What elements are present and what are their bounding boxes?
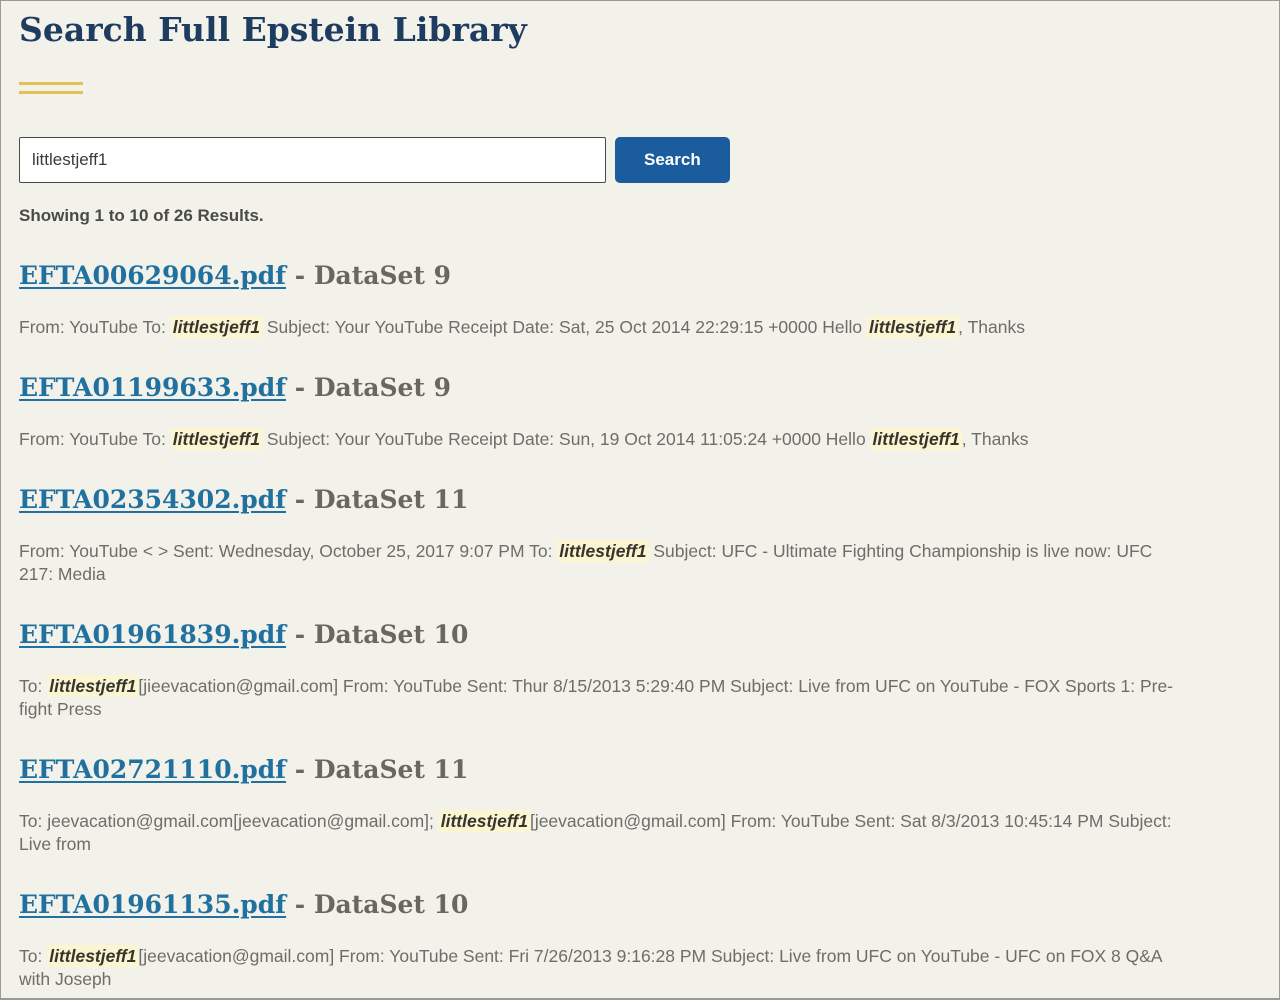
snippet-text: From: YouTube To:	[19, 317, 171, 337]
results-list: EFTA00629064.pdf - DataSet 9 From: YouTu…	[19, 261, 1191, 991]
page-title: Search Full Epstein Library	[19, 9, 1191, 50]
result-file-link[interactable]: EFTA01961135.pdf	[19, 890, 286, 919]
result-file-link[interactable]: EFTA02354302.pdf	[19, 485, 286, 514]
result-title: EFTA00629064.pdf - DataSet 9	[19, 261, 1191, 290]
result-separator: -	[286, 485, 314, 514]
result-item: EFTA01199633.pdf - DataSet 9 From: YouTu…	[19, 373, 1191, 451]
result-dataset-label: DataSet 9	[314, 373, 451, 402]
result-separator: -	[286, 890, 314, 919]
snippet-text: Subject: Your YouTube Receipt Date: Sun,…	[262, 429, 871, 449]
result-separator: -	[286, 620, 314, 649]
result-separator: -	[286, 261, 314, 290]
divider-bar-top	[19, 82, 83, 85]
content-area: Search Full Epstein Library Search Showi…	[19, 9, 1191, 991]
result-separator: -	[286, 755, 314, 784]
snippet-highlight: littlestjeff1	[871, 428, 962, 450]
snippet-highlight: littlestjeff1	[47, 945, 138, 967]
search-form: Search	[19, 137, 1191, 183]
results-summary: Showing 1 to 10 of 26 Results.	[19, 205, 1191, 227]
result-item: EFTA02354302.pdf - DataSet 11 From: YouT…	[19, 485, 1191, 586]
gold-divider	[19, 82, 83, 94]
result-title: EFTA01961839.pdf - DataSet 10	[19, 620, 1191, 649]
snippet-highlight: littlestjeff1	[867, 316, 958, 338]
result-snippet: To: littlestjeff1[jeevacation@gmail.com]…	[19, 945, 1191, 991]
result-snippet: To: littlestjeff1[jieevacation@gmail.com…	[19, 675, 1191, 721]
result-dataset-label: DataSet 10	[314, 890, 469, 919]
result-item: EFTA01961839.pdf - DataSet 10 To: little…	[19, 620, 1191, 721]
result-title: EFTA02354302.pdf - DataSet 11	[19, 485, 1191, 514]
result-dataset-label: DataSet 10	[314, 620, 469, 649]
snippet-text: From: YouTube To:	[19, 429, 171, 449]
result-file-link[interactable]: EFTA00629064.pdf	[19, 261, 286, 290]
result-dataset-label: DataSet 9	[314, 261, 451, 290]
snippet-text: To: jeevacation@gmail.com[jeevacation@gm…	[19, 811, 439, 831]
result-file-link[interactable]: EFTA02721110.pdf	[19, 755, 286, 784]
result-snippet: From: YouTube To: littlestjeff1 Subject:…	[19, 316, 1191, 339]
snippet-highlight: littlestjeff1	[439, 810, 530, 832]
result-item: EFTA01961135.pdf - DataSet 10 To: little…	[19, 890, 1191, 991]
result-item: EFTA00629064.pdf - DataSet 9 From: YouTu…	[19, 261, 1191, 339]
snippet-text: [jeevacation@gmail.com] From: YouTube Se…	[19, 946, 1162, 989]
snippet-text: , Thanks	[962, 429, 1029, 449]
result-title: EFTA02721110.pdf - DataSet 11	[19, 755, 1191, 784]
result-item: EFTA02721110.pdf - DataSet 11 To: jeevac…	[19, 755, 1191, 856]
search-button[interactable]: Search	[615, 137, 730, 183]
result-separator: -	[286, 373, 314, 402]
snippet-text: To:	[19, 946, 47, 966]
result-title: EFTA01961135.pdf - DataSet 10	[19, 890, 1191, 919]
result-snippet: From: YouTube To: littlestjeff1 Subject:…	[19, 428, 1191, 451]
snippet-text: Subject: Your YouTube Receipt Date: Sat,…	[262, 317, 867, 337]
snippet-text: [jieevacation@gmail.com] From: YouTube S…	[19, 676, 1173, 719]
result-file-link[interactable]: EFTA01961839.pdf	[19, 620, 286, 649]
result-file-link[interactable]: EFTA01199633.pdf	[19, 373, 286, 402]
snippet-highlight: littlestjeff1	[171, 428, 262, 450]
search-page: Search Full Epstein Library Search Showi…	[0, 0, 1280, 1000]
result-title: EFTA01199633.pdf - DataSet 9	[19, 373, 1191, 402]
snippet-highlight: littlestjeff1	[171, 316, 262, 338]
snippet-text: To:	[19, 676, 47, 696]
snippet-text: , Thanks	[958, 317, 1025, 337]
search-input[interactable]	[19, 137, 606, 183]
divider-bar-bottom	[19, 91, 83, 94]
snippet-highlight: littlestjeff1	[557, 540, 648, 562]
result-dataset-label: DataSet 11	[314, 485, 469, 514]
result-snippet: From: YouTube < > Sent: Wednesday, Octob…	[19, 540, 1191, 586]
result-snippet: To: jeevacation@gmail.com[jeevacation@gm…	[19, 810, 1191, 856]
result-dataset-label: DataSet 11	[314, 755, 469, 784]
snippet-highlight: littlestjeff1	[47, 675, 138, 697]
snippet-text: From: YouTube < > Sent: Wednesday, Octob…	[19, 541, 557, 561]
